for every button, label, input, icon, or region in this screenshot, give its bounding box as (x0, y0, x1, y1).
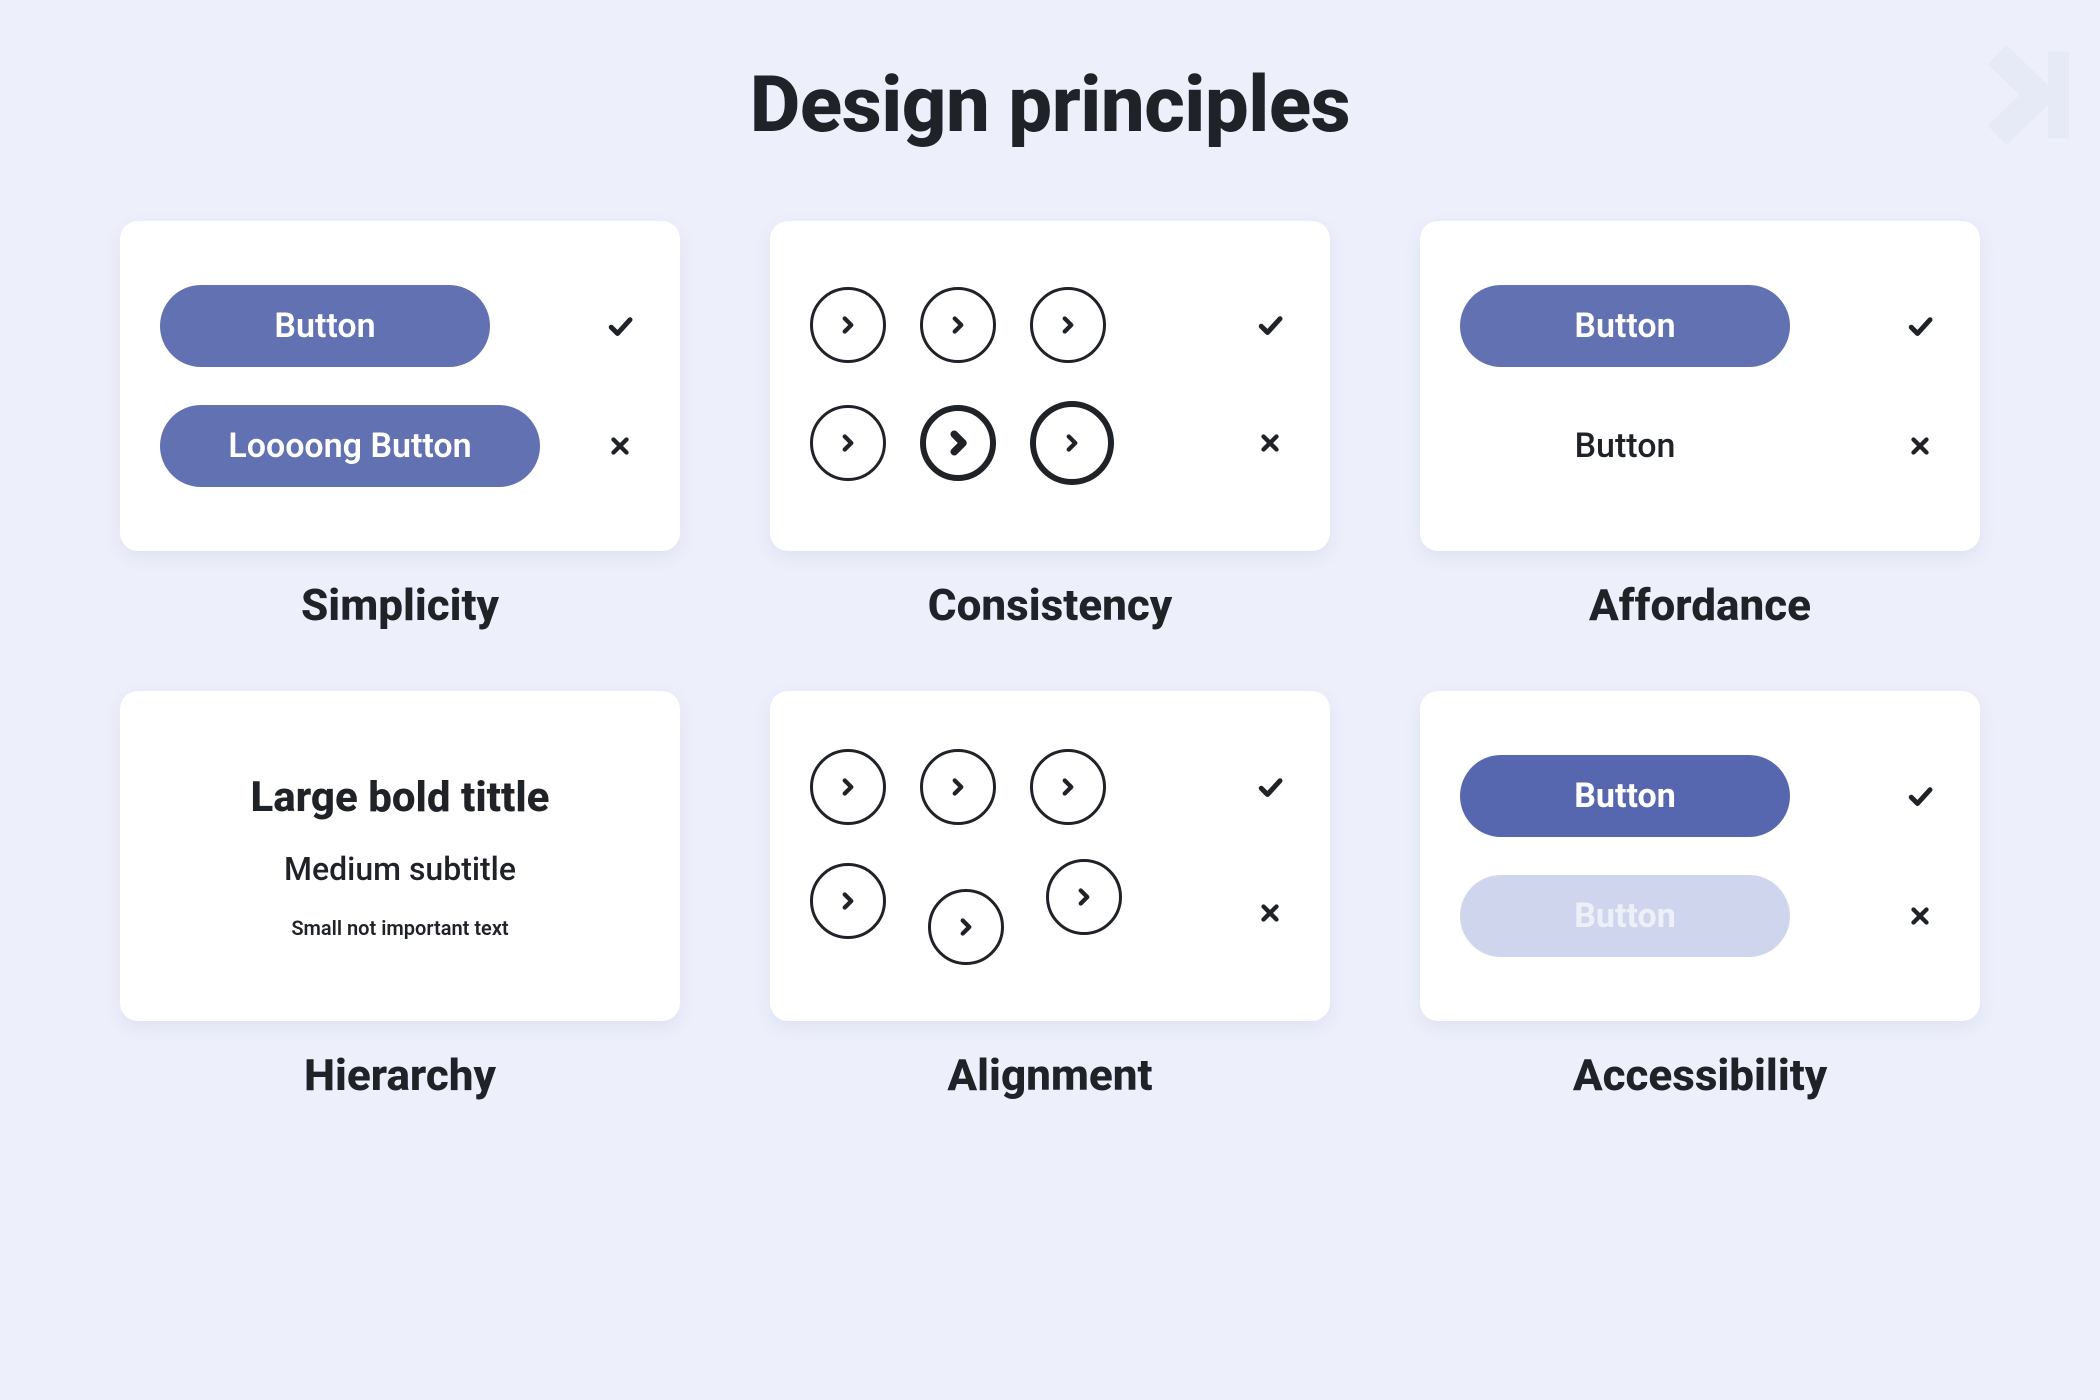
brand-logo-icon (1982, 40, 2072, 150)
check-icon (1250, 767, 1290, 807)
affordance-bad-button[interactable]: Button (1460, 405, 1790, 487)
accessibility-card: Button Button (1420, 691, 1980, 1021)
hierarchy-large-text: Large bold tittle (251, 773, 550, 822)
chevron-right-icon (810, 405, 886, 481)
simplicity-bad-button[interactable]: Loooong Button (160, 405, 540, 487)
consistency-caption: Consistency (770, 579, 1330, 631)
cross-icon (1250, 423, 1290, 463)
simplicity-caption: Simplicity (120, 579, 680, 631)
consistency-card (770, 221, 1330, 551)
hierarchy-caption: Hierarchy (120, 1049, 680, 1101)
cross-icon (1250, 893, 1290, 933)
check-icon (600, 306, 640, 346)
chevron-right-icon (810, 749, 886, 825)
simplicity-good-button[interactable]: Button (160, 285, 490, 367)
alignment-card (770, 691, 1330, 1021)
consistency-good-row (810, 287, 1106, 363)
cross-icon (600, 426, 640, 466)
accessibility-caption: Accessibility (1420, 1049, 1980, 1101)
hierarchy-medium-text: Medium subtitle (284, 850, 516, 888)
principle-simplicity: Button Loooong Button Simplicity (120, 221, 680, 631)
accessibility-good-button[interactable]: Button (1460, 755, 1790, 837)
chevron-right-icon (1030, 749, 1106, 825)
check-icon (1900, 306, 1940, 346)
chevron-right-icon (928, 889, 1004, 965)
cross-icon (1900, 896, 1940, 936)
chevron-right-icon (920, 287, 996, 363)
affordance-caption: Affordance (1420, 579, 1980, 631)
hierarchy-small-text: Small not important text (291, 916, 508, 940)
cross-icon (1900, 426, 1940, 466)
principle-hierarchy: Large bold tittle Medium subtitle Small … (120, 691, 680, 1101)
chevron-right-icon (810, 287, 886, 363)
chevron-right-icon (920, 749, 996, 825)
affordance-card: Button Button (1420, 221, 1980, 551)
consistency-bad-row (810, 401, 1114, 485)
principle-affordance: Button Button Affordance (1420, 221, 1980, 631)
alignment-caption: Alignment (770, 1049, 1330, 1101)
hierarchy-card: Large bold tittle Medium subtitle Small … (120, 691, 680, 1021)
page-title: Design principles (120, 60, 1980, 151)
check-icon (1250, 305, 1290, 345)
alignment-bad-row (810, 863, 1140, 963)
chevron-right-icon (1030, 287, 1106, 363)
principle-alignment: Alignment (770, 691, 1330, 1101)
accessibility-bad-button[interactable]: Button (1460, 875, 1790, 957)
alignment-good-row (810, 749, 1106, 825)
affordance-good-button[interactable]: Button (1460, 285, 1790, 367)
chevron-right-icon (810, 863, 886, 939)
simplicity-card: Button Loooong Button (120, 221, 680, 551)
check-icon (1900, 776, 1940, 816)
principle-accessibility: Button Button Accessibility (1420, 691, 1980, 1101)
chevron-right-icon (920, 405, 996, 481)
chevron-right-icon (1030, 401, 1114, 485)
principle-consistency: Consistency (770, 221, 1330, 631)
principles-grid: Button Loooong Button Simplicity (120, 221, 1980, 1101)
chevron-right-icon (1046, 859, 1122, 935)
